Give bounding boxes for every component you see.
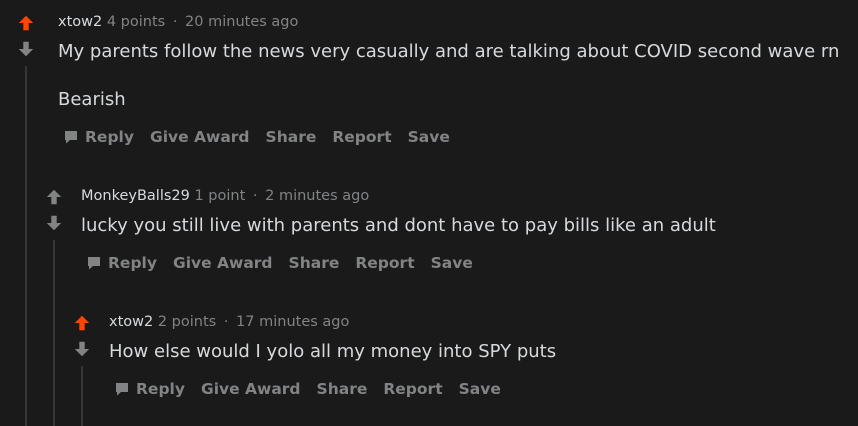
comment-meta: xtow2 2 points · 17 minutes ago (109, 313, 349, 331)
reply-button[interactable]: Reply (63, 128, 134, 146)
reply-label: Reply (85, 128, 134, 146)
vote-column (42, 187, 66, 233)
report-label: Report (383, 380, 443, 398)
save-label: Save (458, 380, 501, 398)
share-button[interactable]: Share (266, 128, 317, 146)
meta-separator: · (223, 314, 229, 330)
downvote-button[interactable] (72, 339, 92, 359)
comment-body-paragraph: How else would I yolo all my money into … (109, 341, 557, 362)
reply-button[interactable]: Reply (114, 380, 185, 398)
comment-actions: Reply Give Award Share Report Save (86, 254, 489, 272)
points-count: 4 points (106, 14, 166, 30)
comment-body-paragraph: lucky you still live with parents and do… (81, 215, 716, 236)
save-button[interactable]: Save (431, 254, 473, 272)
upvote-arrow-icon (74, 315, 90, 331)
author-link[interactable]: MonkeyBalls29 (81, 188, 190, 204)
downvote-arrow-icon (74, 341, 90, 357)
share-button[interactable]: Share (317, 380, 368, 398)
comment-meta: xtow2 4 points · 20 minutes ago (58, 13, 298, 31)
vote-column (14, 13, 38, 59)
report-label: Report (332, 128, 392, 146)
meta-separator: · (172, 14, 178, 30)
points-count: 2 points (157, 314, 217, 330)
reply-button[interactable]: Reply (86, 254, 157, 272)
comment-body-paragraph: My parents follow the news very casually… (58, 41, 840, 62)
give-award-button[interactable]: Give Award (201, 380, 301, 398)
downvote-button[interactable] (44, 213, 64, 233)
comment-body-paragraph: Bearish (58, 89, 126, 110)
upvote-arrow-icon (46, 189, 62, 205)
report-button[interactable]: Report (383, 380, 442, 398)
give-award-label: Give Award (200, 380, 301, 398)
reply-icon (65, 131, 77, 144)
upvote-button[interactable] (72, 313, 92, 333)
save-label: Save (407, 128, 450, 146)
give-award-button[interactable]: Give Award (173, 254, 273, 272)
give-award-button[interactable]: Give Award (150, 128, 250, 146)
share-label: Share (316, 380, 368, 398)
save-button[interactable]: Save (459, 380, 501, 398)
save-button[interactable]: Save (408, 128, 450, 146)
share-label: Share (288, 254, 340, 272)
downvote-arrow-icon (18, 41, 34, 57)
give-award-label: Give Award (149, 128, 250, 146)
share-label: Share (265, 128, 317, 146)
give-award-label: Give Award (172, 254, 273, 272)
downvote-button[interactable] (16, 39, 36, 59)
reply-label: Reply (108, 254, 157, 272)
report-button[interactable]: Report (332, 128, 391, 146)
comment-actions: Reply Give Award Share Report Save (114, 380, 517, 398)
reply-label: Reply (136, 380, 185, 398)
thread-line[interactable] (81, 366, 83, 426)
reply-icon (88, 257, 100, 270)
report-label: Report (355, 254, 415, 272)
upvote-arrow-icon (18, 15, 34, 31)
timestamp-link[interactable]: 20 minutes ago (185, 14, 298, 30)
author-link[interactable]: xtow2 (58, 14, 102, 30)
share-button[interactable]: Share (289, 254, 340, 272)
meta-separator: · (252, 188, 258, 204)
save-label: Save (430, 254, 473, 272)
reply-icon (116, 383, 128, 396)
timestamp-link[interactable]: 17 minutes ago (236, 314, 349, 330)
thread-line[interactable] (53, 240, 55, 426)
thread-line[interactable] (25, 66, 27, 426)
points-count: 1 point (194, 188, 246, 204)
downvote-arrow-icon (46, 215, 62, 231)
upvote-button[interactable] (16, 13, 36, 33)
upvote-button[interactable] (44, 187, 64, 207)
report-button[interactable]: Report (355, 254, 414, 272)
author-link[interactable]: xtow2 (109, 314, 153, 330)
timestamp-link[interactable]: 2 minutes ago (265, 188, 369, 204)
comment-actions: Reply Give Award Share Report Save (63, 128, 466, 146)
comment-meta: MonkeyBalls29 1 point · 2 minutes ago (81, 187, 369, 205)
vote-column (70, 313, 94, 359)
